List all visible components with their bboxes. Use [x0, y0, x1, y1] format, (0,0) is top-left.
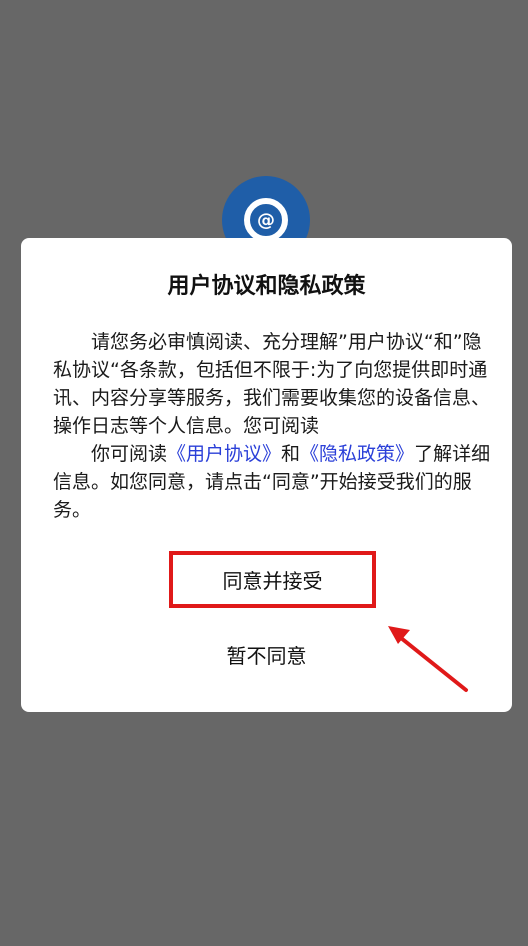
at-sign-logo-icon: @ — [244, 198, 288, 242]
dialog-paragraph-2: 你可阅读《用户协议》和《隐私政策》了解详细信息。如您同意，请点击“同意”开始接受… — [53, 440, 493, 524]
highlight-box: 同意并接受 — [169, 551, 376, 608]
agree-button[interactable]: 同意并接受 — [173, 555, 372, 604]
red-arrow-icon — [388, 626, 468, 692]
para2-prefix: 你可阅读 — [91, 443, 168, 465]
user-agreement-link[interactable]: 《用户协议》 — [167, 443, 281, 465]
dialog-paragraph-1: 请您务必审慎阅读、充分理解”用户协议“和”隐私协议“各条款，包括但不限于:为了向… — [53, 331, 491, 437]
dialog-body: 请您务必审慎阅读、充分理解”用户协议“和”隐私协议“各条款，包括但不限于:为了向… — [53, 328, 493, 524]
and-text: 和 — [281, 443, 301, 465]
privacy-policy-link[interactable]: 《隐私政策》 — [300, 443, 414, 465]
dialog-title: 用户协议和隐私政策 — [167, 274, 366, 299]
